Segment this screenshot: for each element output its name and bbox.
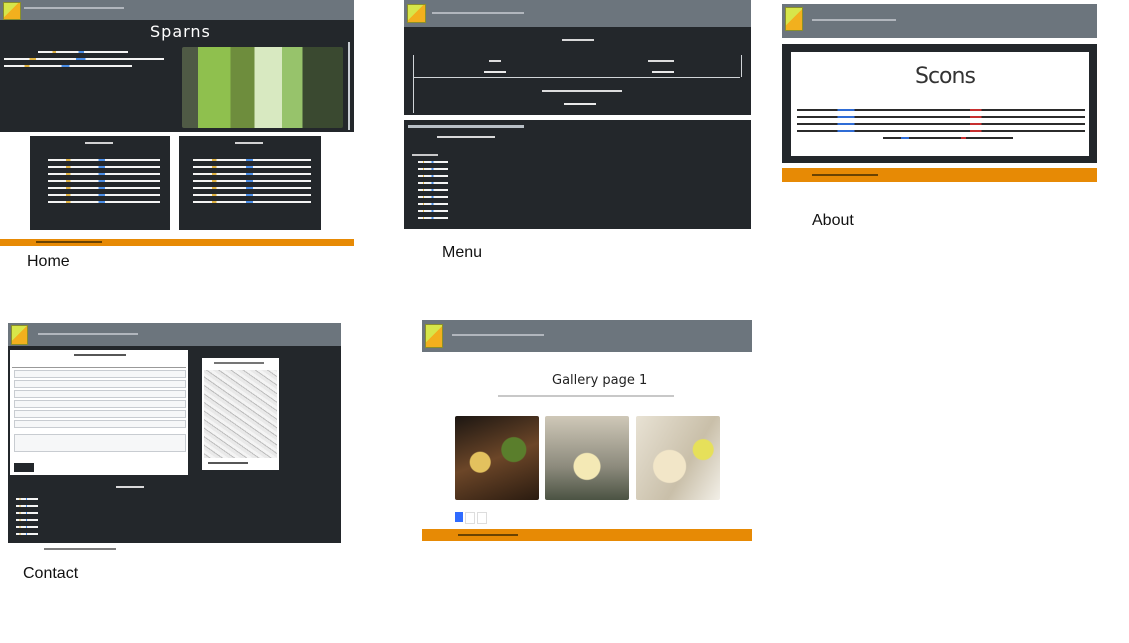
home-screenshot: Sparns xyxy=(0,0,354,246)
nav-links[interactable] xyxy=(812,19,896,21)
about-navbar xyxy=(782,4,1097,38)
footer-text xyxy=(458,534,518,536)
menu-screenshot xyxy=(404,0,751,229)
reason-select[interactable] xyxy=(14,420,186,428)
menu-list-header-bar xyxy=(408,125,524,128)
about-screenshot: Scons xyxy=(782,4,1097,182)
menu-list-section xyxy=(404,120,751,229)
gallery-title: Gallery page 1 xyxy=(552,373,648,388)
gallery-footer xyxy=(422,529,752,541)
nav-links[interactable] xyxy=(24,7,124,9)
logo-icon[interactable] xyxy=(425,324,443,348)
about-title: Scons xyxy=(915,64,976,89)
menu-list-heading xyxy=(437,136,495,138)
map-image[interactable] xyxy=(204,370,277,458)
menu-col-2-value xyxy=(652,71,674,73)
pagination-page-2[interactable] xyxy=(465,512,475,524)
menu-col-2-header xyxy=(648,60,674,62)
home-title: Sparns xyxy=(150,22,211,41)
nav-links[interactable] xyxy=(38,333,138,335)
gallery-image-2[interactable] xyxy=(545,416,629,500)
contact-form-heading xyxy=(74,354,126,356)
home-hero-divider xyxy=(348,42,350,130)
contact-body xyxy=(8,346,341,543)
phone-field[interactable] xyxy=(14,390,186,398)
about-panel: Scons xyxy=(782,44,1097,163)
menu-table-right-border xyxy=(741,55,742,77)
name-field[interactable] xyxy=(14,370,186,378)
menu-heading xyxy=(562,39,594,41)
footer-text xyxy=(812,174,878,176)
email-field[interactable] xyxy=(14,380,186,388)
home-intro-text xyxy=(4,46,164,72)
home-card-right xyxy=(179,136,321,230)
pagination-page-1[interactable] xyxy=(455,512,463,522)
vegetables-juice-image xyxy=(182,47,343,128)
card-heading xyxy=(85,142,113,144)
caption-home: Home xyxy=(27,253,70,270)
map-heading xyxy=(214,362,264,364)
home-card-left xyxy=(30,136,170,230)
message-textarea[interactable] xyxy=(14,434,186,452)
nav-links[interactable] xyxy=(452,334,544,336)
card-text xyxy=(193,154,311,208)
caption-about: About xyxy=(812,212,854,229)
caption-menu: Menu xyxy=(442,244,483,261)
menu-navbar xyxy=(404,0,751,27)
pagination-next[interactable] xyxy=(477,512,487,524)
gallery-subtitle xyxy=(498,395,674,397)
contact-form-rule xyxy=(12,367,186,368)
contact-navbar xyxy=(8,323,341,346)
home-footer xyxy=(0,239,354,246)
card-text xyxy=(48,154,160,208)
menu-table-left-border xyxy=(413,55,414,113)
contact-footer-text xyxy=(44,548,116,550)
gallery-image-1[interactable] xyxy=(455,416,539,500)
about-card: Scons xyxy=(791,52,1089,156)
menu-table-section xyxy=(404,27,751,115)
contact-form xyxy=(10,350,188,475)
card-heading xyxy=(235,142,263,144)
logo-icon[interactable] xyxy=(3,2,21,20)
menu-items xyxy=(418,156,448,224)
logo-icon[interactable] xyxy=(11,325,28,345)
contact-list xyxy=(16,493,38,540)
menu-col-1-value xyxy=(484,71,506,73)
caption-contact: Contact xyxy=(23,565,79,582)
map-caption xyxy=(208,462,248,464)
topic-field[interactable] xyxy=(14,410,186,418)
gallery-navbar xyxy=(422,320,752,352)
gallery-image-3[interactable] xyxy=(636,416,720,500)
logo-icon[interactable] xyxy=(785,7,803,31)
about-text xyxy=(797,104,1085,144)
home-hero: Sparns xyxy=(0,20,354,132)
about-footer xyxy=(782,168,1097,182)
menu-row-title xyxy=(542,90,622,92)
menu-col-1-header xyxy=(489,60,501,62)
menu-table-rule xyxy=(414,77,740,78)
footer-text xyxy=(36,241,102,243)
gallery-screenshot: Gallery page 1 xyxy=(422,320,752,541)
contact-list-heading xyxy=(116,486,144,488)
menu-row-value xyxy=(564,103,596,105)
contact-screenshot xyxy=(8,323,341,550)
logo-icon[interactable] xyxy=(407,4,426,23)
subject-field[interactable] xyxy=(14,400,186,408)
home-navbar xyxy=(0,0,354,20)
map-card xyxy=(202,358,279,470)
submit-button[interactable] xyxy=(14,463,34,472)
nav-links[interactable] xyxy=(432,12,524,14)
